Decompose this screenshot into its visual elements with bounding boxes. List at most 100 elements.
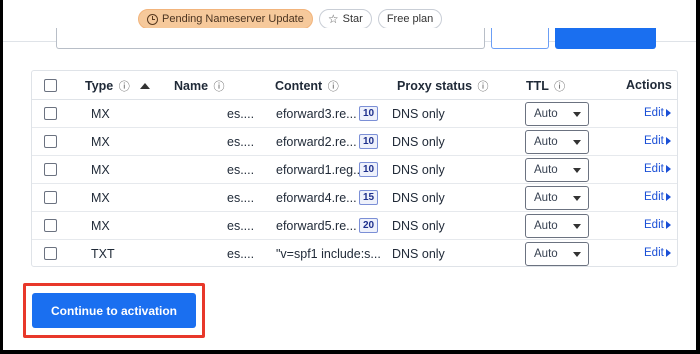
record-type: MX xyxy=(91,219,110,233)
caret-right-icon xyxy=(665,221,671,229)
info-icon[interactable]: ⓘ xyxy=(328,81,339,93)
row-checkbox[interactable] xyxy=(44,107,57,120)
proxy-status: DNS only xyxy=(392,247,445,261)
row-checkbox[interactable] xyxy=(44,163,57,176)
record-type: TXT xyxy=(91,247,115,261)
table-row[interactable]: MX es.... eforward4.re... 15 DNS only Auto Edi… xyxy=(32,184,677,212)
record-type: MX xyxy=(91,191,110,205)
info-icon[interactable]: ⓘ xyxy=(478,81,489,93)
search-input[interactable] xyxy=(56,28,485,49)
ttl-select[interactable]: Auto xyxy=(525,242,589,266)
info-icon[interactable]: ⓘ xyxy=(119,81,130,93)
ttl-select[interactable]: Auto xyxy=(525,186,589,210)
edit-link[interactable]: Edit xyxy=(644,247,671,259)
star-icon: ☆ xyxy=(327,12,339,26)
pending-nameserver-badge[interactable]: Pending Nameserver Update xyxy=(138,9,313,29)
record-content: eforward4.re... xyxy=(276,191,357,205)
record-name: es.... xyxy=(227,219,255,233)
select-all-checkbox[interactable] xyxy=(44,79,57,92)
row-checkbox[interactable] xyxy=(44,135,57,148)
record-type: MX xyxy=(91,163,110,177)
record-name: es.... xyxy=(227,191,255,205)
plan-label: Free plan xyxy=(386,13,434,25)
column-header-type[interactable]: Type ⓘ xyxy=(85,78,130,94)
edit-link[interactable]: Edit xyxy=(644,219,671,231)
edit-link[interactable]: Edit xyxy=(644,107,671,119)
caret-right-icon xyxy=(665,137,671,145)
edit-label: Edit xyxy=(644,219,664,231)
ttl-select[interactable]: Auto xyxy=(525,214,589,238)
proxy-status: DNS only xyxy=(392,163,445,177)
chevron-down-icon xyxy=(573,140,581,145)
dns-records-page: Pending Nameserver Update ☆ Star Free pl… xyxy=(3,0,696,350)
record-name: es.... xyxy=(227,163,255,177)
chevron-down-icon xyxy=(573,252,581,257)
record-content: "v=spf1 include:s... xyxy=(276,247,381,261)
caret-right-icon xyxy=(665,193,671,201)
edit-link[interactable]: Edit xyxy=(644,135,671,147)
edit-link[interactable]: Edit xyxy=(644,163,671,175)
table-row[interactable]: MX es.... eforward2.re... 10 DNS only Auto Edi… xyxy=(32,128,677,156)
proxy-status: DNS only xyxy=(392,135,445,149)
ttl-value: Auto xyxy=(534,136,558,148)
info-icon[interactable]: ⓘ xyxy=(554,81,565,93)
record-content: eforward5.re... xyxy=(276,219,357,233)
ttl-select[interactable]: Auto xyxy=(525,158,589,182)
column-header-ttl[interactable]: TTL ⓘ xyxy=(526,78,565,94)
ttl-select[interactable]: Auto xyxy=(525,102,589,126)
add-record-button[interactable] xyxy=(555,28,656,49)
caret-right-icon xyxy=(665,109,671,117)
record-content: eforward3.re... xyxy=(276,107,357,121)
info-icon[interactable]: ⓘ xyxy=(214,81,225,93)
chevron-down-icon xyxy=(573,196,581,201)
record-content: eforward2.re... xyxy=(276,135,357,149)
pending-badge-label: Pending Nameserver Update xyxy=(162,13,304,25)
column-header-proxy-status[interactable]: Proxy status ⓘ xyxy=(397,78,489,94)
priority-badge: 15 xyxy=(359,190,379,205)
clock-icon xyxy=(147,13,158,25)
chevron-down-icon xyxy=(573,224,581,229)
record-name: es.... xyxy=(227,135,255,149)
column-header-name[interactable]: Name ⓘ xyxy=(174,78,225,94)
row-checkbox[interactable] xyxy=(44,247,57,260)
table-row[interactable]: MX es.... eforward1.reg... 10 DNS only Auto Ed… xyxy=(32,156,677,184)
record-name: es.... xyxy=(227,107,255,121)
proxy-status: DNS only xyxy=(392,219,445,233)
dns-records-table: Type ⓘ Name ⓘ Content ⓘ Proxy status ⓘ T… xyxy=(31,70,678,267)
record-content: eforward1.reg... xyxy=(276,163,364,177)
ttl-value: Auto xyxy=(534,248,558,260)
edit-label: Edit xyxy=(644,135,664,147)
row-checkbox[interactable] xyxy=(44,219,57,232)
star-label: Star xyxy=(342,13,363,25)
sort-ascending-icon[interactable] xyxy=(140,83,150,89)
priority-badge: 10 xyxy=(359,134,379,149)
caret-right-icon xyxy=(665,165,671,173)
table-row[interactable]: MX es.... eforward5.re... 20 DNS only Auto Edi… xyxy=(32,212,677,240)
proxy-status: DNS only xyxy=(392,191,445,205)
edit-label: Edit xyxy=(644,191,664,203)
chevron-down-icon xyxy=(573,168,581,173)
caret-right-icon xyxy=(665,249,671,257)
edit-label: Edit xyxy=(644,247,664,259)
plan-badge[interactable]: Free plan xyxy=(377,9,443,29)
table-row[interactable]: TXT es.... "v=spf1 include:s... DNS only Aut… xyxy=(32,240,677,268)
record-name: es.... xyxy=(227,247,255,261)
ttl-select[interactable]: Auto xyxy=(525,130,589,154)
edit-link[interactable]: Edit xyxy=(644,191,671,203)
edit-label: Edit xyxy=(644,163,664,175)
ttl-value: Auto xyxy=(534,108,558,120)
record-type: MX xyxy=(91,135,110,149)
search-button[interactable] xyxy=(491,28,549,49)
zone-badges: Pending Nameserver Update ☆ Star Free pl… xyxy=(138,9,443,29)
column-header-actions: Actions xyxy=(626,78,672,92)
table-row[interactable]: MX es.... eforward3.re... 10 DNS only Auto Edi… xyxy=(32,100,677,128)
row-checkbox[interactable] xyxy=(44,191,57,204)
priority-badge: 20 xyxy=(359,218,379,233)
continue-to-activation-button[interactable]: Continue to activation xyxy=(32,293,196,328)
screenshot-frame: Pending Nameserver Update ☆ Star Free pl… xyxy=(0,0,700,354)
priority-badge: 10 xyxy=(359,106,379,121)
edit-label: Edit xyxy=(644,107,664,119)
ttl-value: Auto xyxy=(534,192,558,204)
column-header-content[interactable]: Content ⓘ xyxy=(275,78,339,94)
star-button[interactable]: ☆ Star xyxy=(318,9,372,29)
